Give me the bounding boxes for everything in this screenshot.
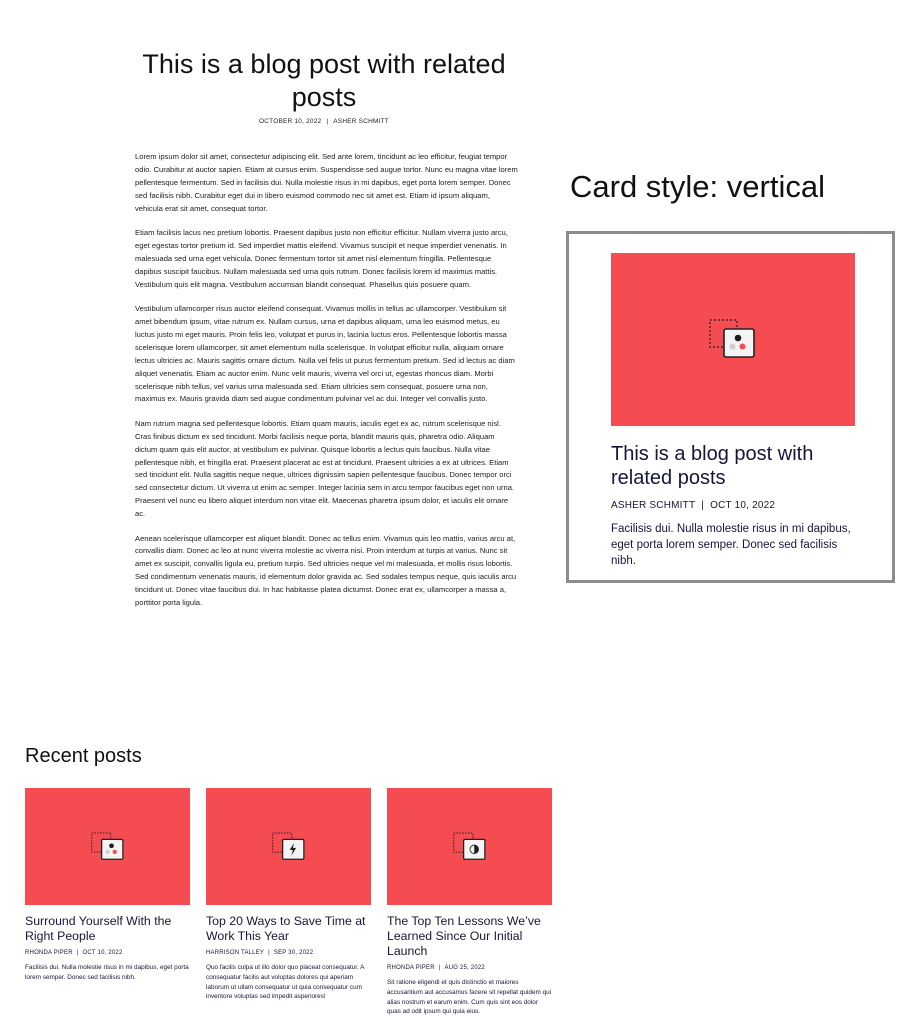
recent-post-title[interactable]: Top 20 Ways to Save Time at Work This Ye… [206,914,374,944]
post-paragraph: Lorem ipsum dolor sit amet, consectetur … [135,152,518,213]
recent-post-meta: HARRISON TALLEY | SEP 30, 2022 [206,950,313,956]
recent-post-meta: RHONDA PIPER | OCT 10, 2022 [25,950,123,956]
post-paragraph: Nam rutrum magna sed pellentesque lobort… [135,418,515,519]
meta-separator: | [76,950,79,956]
meta-separator: | [701,500,705,511]
card-author[interactable]: ASHER SCHMITT [611,500,695,511]
recent-post-image[interactable] [206,788,371,905]
image-placeholder-dots-icon [91,832,124,860]
recent-posts-heading: Recent posts [25,745,142,767]
card-title[interactable]: This is a blog post with related posts [611,442,861,490]
recent-post-title[interactable]: The Top Ten Lessons We’ve Learned Since … [387,914,555,959]
recent-post-date: AUG 25, 2022 [444,965,485,971]
recent-post-author[interactable]: HARRISON TALLEY [206,950,264,956]
post-date: OCTOBER 10, 2022 [259,118,322,125]
image-placeholder-dots-icon [709,319,755,358]
card-image[interactable] [611,253,855,426]
image-placeholder-halfcircle-icon [453,832,486,860]
post-paragraph: Etiam facilisis lacus nec pretium lobort… [135,228,508,289]
recent-post-image[interactable] [387,788,552,905]
card-style-label: Card style: vertical [570,169,825,204]
recent-post-excerpt: Facilisis dui. Nulla molestie risus in m… [25,964,189,981]
post-paragraph: Vestibulum ullamcorper risus auctor elei… [135,304,515,404]
card-meta: ASHER SCHMITT | OCT 10, 2022 [611,500,775,511]
card-excerpt: Facilisis dui. Nulla molestie risus in m… [611,523,851,567]
recent-post-date: OCT 10, 2022 [82,950,123,956]
recent-post-title[interactable]: Surround Yourself With the Right People [25,914,193,944]
recent-post-author[interactable]: RHONDA PIPER [25,950,73,956]
card-date: OCT 10, 2022 [710,500,776,511]
image-placeholder-bolt-icon [272,832,305,860]
post-paragraph: Aenean scelerisque ullamcorper est aliqu… [135,533,517,608]
post-title: This is a blog post with related posts [142,49,506,112]
post-meta: OCTOBER 10, 2022 | ASHER SCHMITT [124,118,524,125]
meta-separator: | [268,950,270,956]
recent-post-excerpt: Quo facilis culpa ut illo dolor quo plac… [206,964,365,1001]
meta-separator: | [326,118,329,125]
meta-separator: | [438,965,441,971]
recent-post-author[interactable]: RHONDA PIPER [387,965,435,971]
recent-post-image[interactable] [25,788,190,905]
recent-post-excerpt: Sit ratione eligendi et quis distinctio … [387,979,552,1016]
recent-post-meta: RHONDA PIPER | AUG 25, 2022 [387,965,485,971]
post-author[interactable]: ASHER SCHMITT [333,118,389,125]
post-body: Lorem ipsum dolor sit amet, consectetur … [135,151,519,622]
recent-post-date: SEP 30, 2022 [273,950,314,956]
